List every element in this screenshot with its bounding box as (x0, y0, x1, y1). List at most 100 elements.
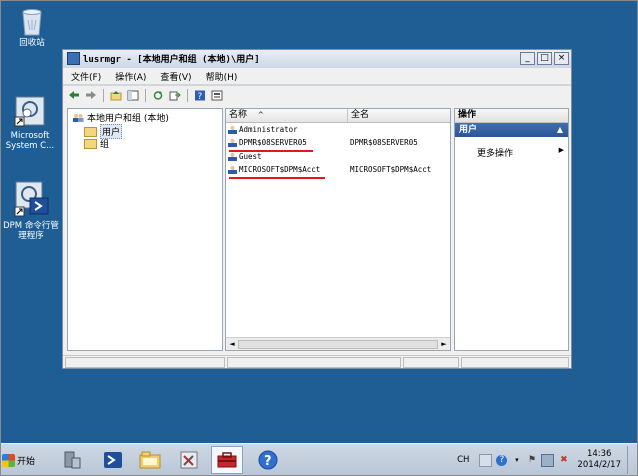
actions-title: 操作 (455, 109, 568, 123)
title-bar[interactable]: lusrmgr - [本地用户和组 (本地)\用户] _ □ × (63, 50, 571, 67)
scroll-left-arrow-icon[interactable]: ◄ (227, 339, 237, 349)
taskbar-server-manager[interactable] (56, 446, 88, 474)
flag-tray-icon[interactable]: ⚑ (526, 455, 537, 466)
user-name: MICROSOFT$DPM$Acct (239, 164, 321, 174)
column-fullname-label: 全名 (351, 110, 370, 120)
red-underline-annotation (229, 177, 325, 179)
toolbar-separator (145, 88, 146, 102)
properties-icon[interactable] (210, 89, 224, 102)
windows-logo-icon (2, 453, 15, 467)
horizontal-scrollbar[interactable]: ◄ ► (226, 337, 450, 350)
folder-icon (84, 138, 97, 149)
actions-pane: 操作 用户 ▲ 更多操作 ▶ (454, 108, 569, 351)
column-header-name[interactable]: 名称 ^ (226, 109, 348, 122)
tree-root-label: 本地用户和组 (本地) (87, 114, 169, 124)
desktop-icon-mmc[interactable]: Microsoft System C... (0, 95, 60, 151)
desktop-icon-recycle-bin[interactable]: 回收站 (2, 6, 62, 48)
table-row[interactable]: Guest (228, 150, 450, 162)
taskbar-explorer[interactable] (134, 446, 166, 474)
up-folder-icon[interactable] (109, 89, 123, 102)
refresh-icon[interactable] (151, 89, 165, 102)
lusrmgr-toolbox-icon (217, 452, 237, 468)
status-panel (65, 357, 225, 368)
forward-arrow-icon[interactable] (84, 89, 98, 102)
content-area: 本地用户和组 (本地) 用户 组 名称 ^ 全名 Administrator D… (63, 104, 571, 355)
svg-text:?: ? (198, 92, 203, 101)
clock[interactable]: 14:36 2014/2/17 (577, 449, 621, 471)
table-row[interactable]: Administrator (228, 123, 450, 135)
taskbar: 开始 ? CH ? ▾ ⚑ ✖ 14:36 2014/2/17 (0, 443, 638, 476)
taskbar-help[interactable]: ? (252, 446, 284, 474)
back-arrow-icon[interactable] (67, 89, 81, 102)
desktop-icon-dpm-shell[interactable]: DPM 命令行管 理程序 (1, 181, 61, 241)
user-fullname: MICROSOFT$DPM$Acct (350, 164, 432, 174)
menu-help[interactable]: 帮助(H) (206, 70, 238, 83)
minimize-button[interactable]: _ (520, 52, 535, 65)
clock-time: 14:36 (586, 449, 612, 459)
collapse-up-icon[interactable]: ▲ (557, 123, 563, 137)
user-list-pane: 名称 ^ 全名 Administrator DPMR$08SERVER05 DP… (225, 108, 451, 351)
tree-pane: 本地用户和组 (本地) 用户 组 (67, 108, 223, 351)
user-name: DPMR$08SERVER05 (239, 137, 307, 147)
actions-section-label: 用户 (459, 125, 478, 135)
close-button[interactable]: × (554, 52, 569, 65)
help-icon[interactable]: ? (193, 89, 207, 102)
taskbar-powershell[interactable] (97, 446, 129, 474)
tree-item-groups[interactable]: 组 (84, 137, 109, 150)
ime-icon[interactable] (479, 453, 493, 467)
scroll-right-arrow-icon[interactable]: ► (439, 339, 449, 349)
tools-icon (180, 451, 198, 469)
clock-date: 2014/2/17 (577, 460, 621, 470)
start-label: 开始 (17, 456, 36, 467)
show-tree-icon[interactable] (126, 89, 140, 102)
window-title: lusrmgr - [本地用户和组 (本地)\用户] (83, 55, 260, 65)
users-groups-icon (73, 113, 84, 122)
status-panel (227, 357, 401, 368)
explorer-folder-icon (139, 451, 161, 469)
server-manager-icon (64, 451, 81, 469)
help-tray-icon[interactable]: ? (496, 454, 508, 466)
user-icon (228, 164, 237, 174)
user-name: Administrator (239, 124, 298, 134)
disabled-user-icon (228, 151, 237, 161)
column-header-fullname[interactable]: 全名 (348, 109, 452, 122)
desktop-icon-label: DPM 命令行管 (3, 221, 59, 231)
desktop-icon-label: 回收站 (19, 38, 45, 48)
taskbar-lusrmgr[interactable] (211, 446, 243, 474)
toolbar-separator (187, 88, 188, 102)
show-desktop-button[interactable] (627, 446, 634, 474)
column-name-label: 名称 (229, 110, 248, 120)
folder-icon (84, 126, 97, 137)
tree-root[interactable]: 本地用户和组 (本地) (72, 111, 169, 124)
app-icon (67, 52, 80, 65)
table-row[interactable]: DPMR$08SERVER05 DPMR$08SERVER05 (228, 136, 450, 148)
menu-file[interactable]: 文件(F) (71, 70, 101, 83)
more-actions-label: 更多操作 (477, 149, 514, 159)
menu-action[interactable]: 操作(A) (115, 70, 146, 83)
table-row[interactable]: MICROSOFT$DPM$Acct MICROSOFT$DPM$Acct (228, 163, 450, 175)
mmc-shortcut-icon (14, 96, 45, 127)
user-icon (228, 137, 237, 147)
powershell-shortcut-icon (14, 181, 49, 217)
language-indicator[interactable]: CH (457, 455, 469, 465)
system-tray: CH ? ▾ ⚑ ✖ 14:36 2014/2/17 (457, 444, 634, 476)
actions-section-users[interactable]: 用户 ▲ (455, 123, 568, 137)
svg-text:?: ? (264, 454, 272, 469)
scrollbar-thumb[interactable] (238, 340, 438, 349)
recycle-bin-icon (22, 9, 42, 36)
powershell-icon (104, 452, 122, 468)
tray-expand-icon[interactable]: ▾ (511, 455, 522, 466)
maximize-button[interactable]: □ (537, 52, 552, 65)
more-actions-item[interactable]: 更多操作 ▶ (477, 146, 564, 159)
taskbar-tools[interactable] (173, 446, 205, 474)
export-icon[interactable] (168, 89, 182, 102)
tree-item-label: 组 (100, 140, 110, 150)
volume-muted-icon[interactable]: ✖ (558, 455, 569, 466)
column-header-bar: 名称 ^ 全名 (226, 109, 450, 123)
desktop-icon-label: 理程序 (18, 231, 44, 241)
menu-view[interactable]: 查看(V) (160, 70, 191, 83)
status-panel (403, 357, 459, 368)
network-tray-icon[interactable] (541, 453, 555, 467)
start-button[interactable]: 开始 (2, 449, 40, 471)
submenu-arrow-icon: ▶ (558, 146, 564, 154)
